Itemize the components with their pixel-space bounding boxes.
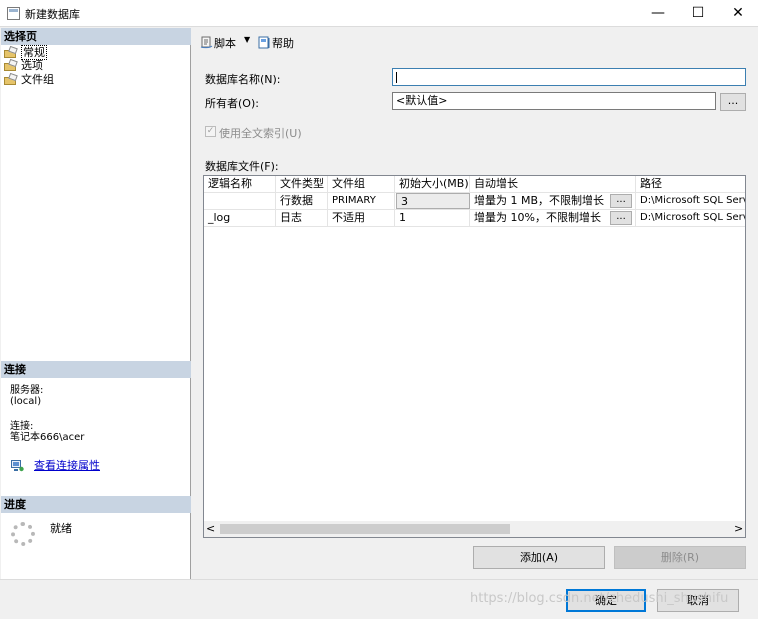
- text-caret: [396, 71, 397, 83]
- progress-status: 就绪: [50, 522, 72, 535]
- owner-label: 所有者(O):: [205, 97, 259, 110]
- select-page-header: 选择页: [1, 28, 191, 45]
- cell-file-type[interactable]: 日志: [276, 210, 328, 226]
- cell-initial-size[interactable]: 1: [395, 210, 470, 226]
- scroll-left-arrow[interactable]: <: [206, 522, 215, 535]
- progress-header: 进度: [1, 496, 191, 513]
- cell-path[interactable]: D:\Microsoft SQL Serv: [636, 193, 745, 209]
- database-name-input[interactable]: [392, 68, 746, 86]
- table-row[interactable]: 行数据 PRIMARY 3 增量为 1 MB，不限制增长 ... D:\Micr…: [204, 193, 745, 209]
- fulltext-label: 使用全文索引(U): [219, 127, 302, 140]
- watermark-text: https://blog.csdn.net/zhedushi_shushifu: [470, 591, 729, 606]
- database-name-label: 数据库名称(N):: [205, 73, 281, 86]
- fulltext-checkbox[interactable]: ✓: [205, 126, 216, 137]
- help-label: 帮助: [272, 37, 294, 50]
- column-header-path[interactable]: 路径: [636, 176, 745, 192]
- owner-input[interactable]: <默认值>: [392, 92, 716, 110]
- table-row[interactable]: _log 日志 不适用 1 增量为 10%，不限制增长 ... D:\Micro…: [204, 210, 745, 226]
- script-dropdown-icon[interactable]: ▼: [244, 35, 250, 44]
- database-files-label: 数据库文件(F):: [205, 160, 279, 173]
- window-title: 新建数据库: [25, 8, 80, 21]
- row-divider: [204, 226, 745, 227]
- page-item-label: 常规: [21, 45, 47, 60]
- cell-logical-name[interactable]: _log: [204, 210, 276, 226]
- left-panel: 选择页 常规 选项 文件组 连接 服务器: (local) 连接: 笔记本666…: [1, 28, 191, 579]
- column-header-initial-size[interactable]: 初始大小(MB): [395, 176, 470, 192]
- autogrowth-browse-button[interactable]: ...: [610, 211, 632, 225]
- script-label: 脚本: [214, 37, 236, 50]
- connection-properties-icon: [11, 460, 24, 472]
- cell-logical-name[interactable]: [204, 193, 276, 209]
- page-item-label: 文件组: [21, 73, 54, 86]
- close-button[interactable]: ✕: [718, 0, 758, 27]
- scroll-right-arrow[interactable]: >: [734, 522, 743, 535]
- help-book-icon: [258, 36, 270, 49]
- grid-header: 逻辑名称 文件类型 文件组 初始大小(MB) 自动增长 路径: [204, 176, 745, 192]
- minimize-button[interactable]: —: [638, 0, 678, 27]
- connection-header: 连接: [1, 361, 191, 378]
- scroll-thumb[interactable]: [220, 524, 510, 534]
- page-item-options[interactable]: 选项: [4, 59, 43, 72]
- progress-spinner-icon: [11, 522, 35, 546]
- column-header-filegroup[interactable]: 文件组: [328, 176, 395, 192]
- autogrowth-browse-button[interactable]: ...: [610, 194, 632, 208]
- script-icon: [200, 36, 213, 49]
- horizontal-scrollbar[interactable]: < >: [204, 521, 745, 537]
- connection-label: 连接:: [10, 421, 34, 432]
- cell-path[interactable]: D:\Microsoft SQL Serv: [636, 210, 745, 226]
- cell-initial-size[interactable]: 3: [396, 193, 470, 209]
- cell-filegroup[interactable]: 不适用: [328, 210, 395, 226]
- database-files-grid[interactable]: 逻辑名称 文件类型 文件组 初始大小(MB) 自动增长 路径 行数据 PRIMA…: [203, 175, 746, 538]
- connection-value: 笔记本666\acer: [10, 432, 85, 443]
- page-wrench-icon: [4, 74, 18, 85]
- page-item-label: 选项: [21, 59, 43, 72]
- column-header-file-type[interactable]: 文件类型: [276, 176, 328, 192]
- maximize-button[interactable]: ☐: [678, 0, 718, 27]
- remove-button[interactable]: 删除(R): [614, 546, 746, 569]
- page-wrench-icon: [4, 47, 18, 58]
- view-connection-properties-link[interactable]: 查看连接属性: [34, 457, 100, 473]
- server-label: 服务器:: [10, 385, 44, 396]
- page-item-filegroups[interactable]: 文件组: [4, 73, 54, 86]
- window-icon: [7, 7, 20, 20]
- server-value: (local): [10, 396, 42, 407]
- owner-browse-button[interactable]: ...: [720, 93, 746, 111]
- column-header-logical-name[interactable]: 逻辑名称: [204, 176, 276, 192]
- footer-divider: [0, 579, 758, 580]
- cell-file-type[interactable]: 行数据: [276, 193, 328, 209]
- column-header-autogrowth[interactable]: 自动增长: [470, 176, 636, 192]
- page-wrench-icon: [4, 60, 18, 71]
- toolbar: 脚本 ▼ 帮助: [193, 28, 758, 54]
- add-button[interactable]: 添加(A): [473, 546, 605, 569]
- cell-filegroup[interactable]: PRIMARY: [328, 193, 395, 209]
- page-item-general[interactable]: 常规: [4, 45, 47, 60]
- title-bar: 新建数据库 — ☐ ✕: [0, 0, 758, 27]
